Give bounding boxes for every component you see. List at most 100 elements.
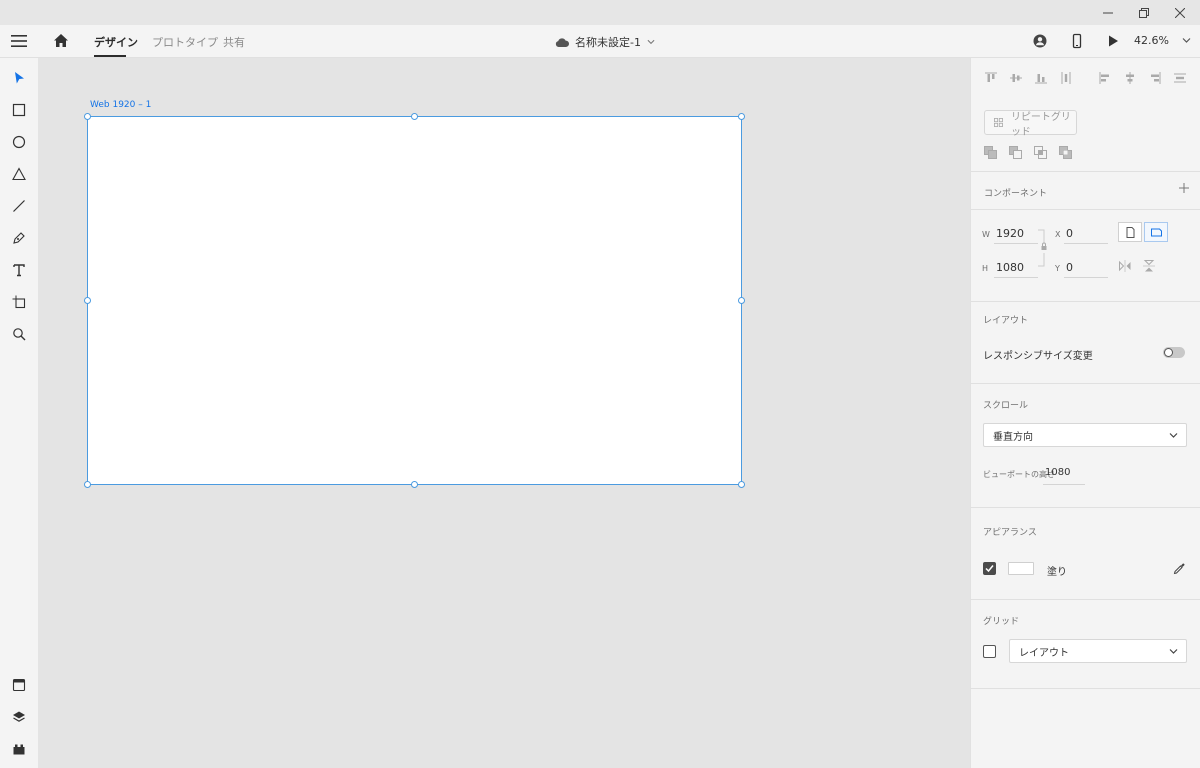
tab-prototype[interactable]: プロトタイプ <box>152 34 218 50</box>
boolean-add-icon[interactable] <box>984 146 997 159</box>
align-middle-icon[interactable] <box>1010 72 1022 84</box>
scroll-direction-select[interactable]: 垂直方向 <box>983 423 1187 447</box>
ellipse-icon <box>12 135 26 149</box>
pen-tool[interactable] <box>10 229 28 247</box>
artboard-label[interactable]: Web 1920 – 1 <box>90 100 151 110</box>
home-icon[interactable] <box>52 32 70 50</box>
plugins-panel[interactable] <box>10 740 28 758</box>
zoom-level[interactable]: 42.6% <box>1134 34 1169 47</box>
height-field[interactable]: 1080 <box>996 261 1024 274</box>
select-tool[interactable] <box>10 69 28 87</box>
minimize-icon[interactable] <box>1090 0 1126 25</box>
line-icon <box>13 200 25 212</box>
viewport-height-underline <box>1043 484 1085 485</box>
artboard-tool[interactable] <box>10 293 28 311</box>
align-section: リピートグリッド <box>971 58 1200 172</box>
resize-handle-bottom-left[interactable] <box>84 481 91 488</box>
polygon-tool[interactable] <box>10 165 28 183</box>
chevron-down-icon <box>1169 649 1178 654</box>
fill-color-swatch[interactable] <box>1008 562 1034 575</box>
aspect-lock-icon[interactable] <box>1038 228 1050 268</box>
zoom-chevron-down-icon[interactable] <box>1182 37 1191 44</box>
eyedropper-icon[interactable] <box>1173 562 1186 575</box>
align-right-icon[interactable] <box>1149 72 1161 84</box>
grid-checkbox[interactable] <box>983 645 996 658</box>
add-component-icon[interactable] <box>1179 183 1189 193</box>
play-icon[interactable] <box>1105 33 1121 49</box>
hamburger-menu-icon[interactable] <box>10 33 28 49</box>
resize-handle-top-right[interactable] <box>738 113 745 120</box>
repeat-grid-button[interactable]: リピートグリッド <box>984 110 1077 138</box>
distribute-horizontal-icon[interactable] <box>1174 72 1186 84</box>
chevron-down-icon <box>1169 433 1178 438</box>
components-section: コンポーネント <box>971 172 1200 210</box>
align-bottom-icon[interactable] <box>1035 72 1047 84</box>
layers-icon <box>13 711 25 722</box>
viewport-height-field[interactable]: 1080 <box>1045 467 1070 478</box>
width-field-underline <box>994 243 1038 244</box>
tool-bar <box>0 58 38 768</box>
width-field[interactable]: 1920 <box>996 227 1024 240</box>
resize-handle-bottom-right[interactable] <box>738 481 745 488</box>
portrait-orientation-button[interactable] <box>1118 222 1142 242</box>
x-field[interactable]: 0 <box>1066 227 1073 240</box>
chevron-down-icon <box>647 39 655 45</box>
rectangle-icon <box>12 103 26 117</box>
distribute-vertical-icon[interactable] <box>1060 72 1072 84</box>
align-left-icon[interactable] <box>1099 72 1111 84</box>
rectangle-tool[interactable] <box>10 101 28 119</box>
scroll-direction-value: 垂直方向 <box>993 431 1033 443</box>
ellipse-tool[interactable] <box>10 133 28 151</box>
width-label: W <box>982 230 990 239</box>
layers-panel[interactable] <box>10 708 28 726</box>
tab-share[interactable]: 共有 <box>223 34 245 50</box>
grid-type-select[interactable]: レイアウト <box>1009 639 1187 663</box>
user-icon[interactable] <box>1032 33 1048 49</box>
text-tool[interactable] <box>10 261 28 279</box>
repeat-grid-icon <box>994 118 1003 127</box>
resize-handle-right[interactable] <box>738 297 745 304</box>
close-icon[interactable] <box>1162 0 1198 25</box>
align-center-icon[interactable] <box>1124 72 1136 84</box>
y-field-underline <box>1064 277 1108 278</box>
height-field-underline <box>994 277 1038 278</box>
landscape-orientation-button[interactable] <box>1144 222 1168 242</box>
grid-type-value: レイアウト <box>1019 647 1069 659</box>
plugins-icon <box>13 744 25 755</box>
flip-horizontal-icon[interactable] <box>1119 260 1131 272</box>
line-tool[interactable] <box>10 197 28 215</box>
boolean-exclude-icon[interactable] <box>1059 146 1072 159</box>
grid-title: グリッド <box>983 617 1020 627</box>
artboard-icon <box>12 295 26 309</box>
scroll-title: スクロール <box>983 401 1029 411</box>
boolean-subtract-icon[interactable] <box>1009 146 1022 159</box>
x-label: X <box>1055 230 1061 239</box>
align-top-icon[interactable] <box>985 72 997 84</box>
appearance-section <box>970 508 1200 600</box>
tab-design[interactable]: デザイン <box>94 34 138 50</box>
document-title-dropdown[interactable]: 名称未設定-1 <box>555 34 655 50</box>
landscape-page-icon <box>1150 228 1162 236</box>
components-title: コンポーネント <box>984 189 1048 199</box>
resize-handle-bottom[interactable] <box>411 481 418 488</box>
resize-handle-top[interactable] <box>411 113 418 120</box>
window-titlebar <box>0 0 1200 25</box>
active-tab-indicator <box>94 55 126 57</box>
app-header: デザイン プロトタイプ 共有 名称未設定-1 42.6% <box>0 25 1200 58</box>
y-field[interactable]: 0 <box>1066 261 1073 274</box>
flip-vertical-icon[interactable] <box>1143 260 1155 272</box>
assets-panel[interactable] <box>10 676 28 694</box>
fill-checkbox[interactable] <box>983 562 996 575</box>
mobile-preview-icon[interactable] <box>1069 33 1085 49</box>
appearance-title: アピアランス <box>983 528 1037 538</box>
y-label: Y <box>1055 264 1060 273</box>
zoom-tool[interactable] <box>10 325 28 343</box>
restore-icon[interactable] <box>1126 0 1162 25</box>
boolean-intersect-icon[interactable] <box>1034 146 1047 159</box>
artboard[interactable] <box>87 116 742 485</box>
resize-handle-left[interactable] <box>84 297 91 304</box>
responsive-resize-toggle[interactable] <box>1163 347 1185 358</box>
height-label: H <box>982 264 989 273</box>
resize-handle-top-left[interactable] <box>84 113 91 120</box>
assets-icon <box>12 678 26 692</box>
